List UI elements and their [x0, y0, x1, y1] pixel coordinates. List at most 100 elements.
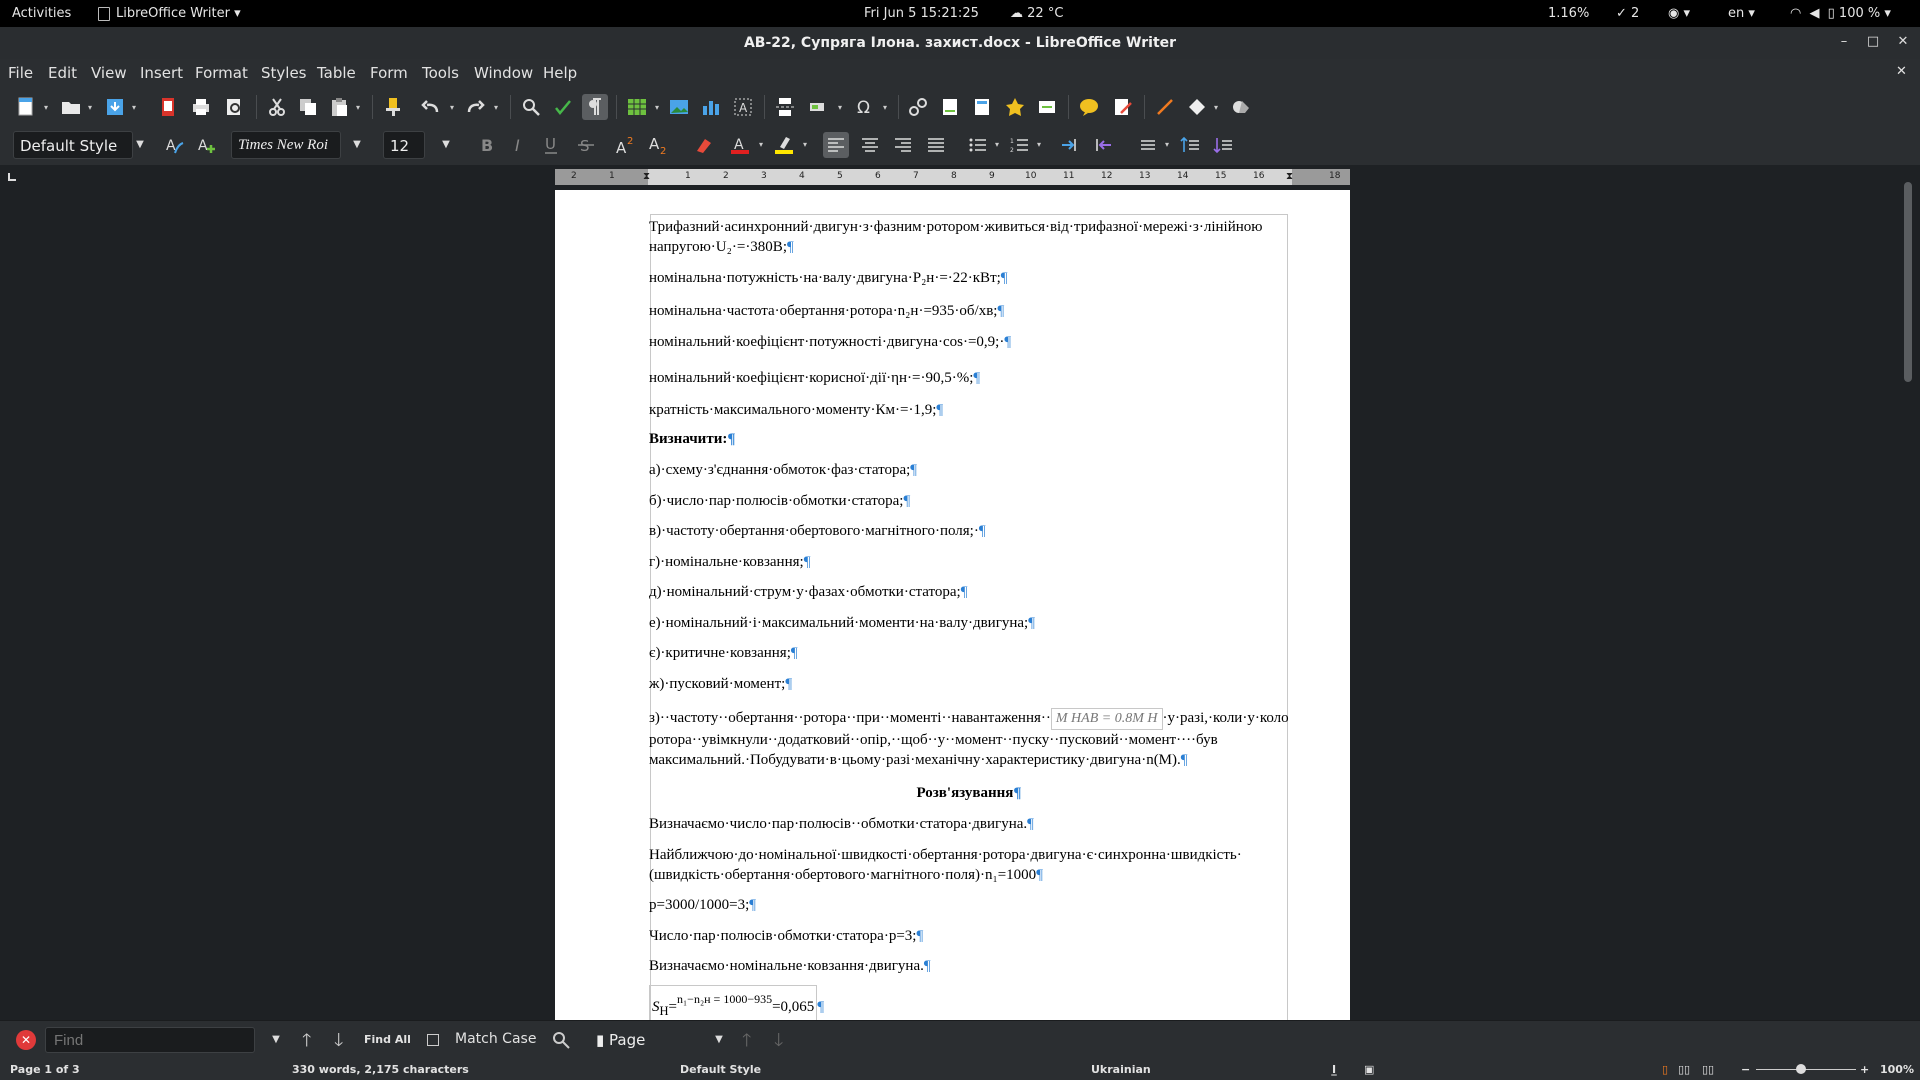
list-item[interactable]: є)·критичне·ковзання;¶: [649, 643, 1289, 663]
clear-formatting-icon[interactable]: [690, 132, 716, 158]
text-language[interactable]: Ukrainian: [1091, 1063, 1151, 1076]
app-menu[interactable]: LibreOffice Writer ▾: [98, 6, 241, 21]
print-icon[interactable]: [188, 94, 214, 120]
draw-line-icon[interactable]: [1152, 94, 1178, 120]
updates-indicator[interactable]: ✓ 2: [1616, 6, 1639, 21]
find-next-icon[interactable]: 🡓: [334, 1028, 343, 1058]
highlighting-color-icon[interactable]: [771, 132, 797, 158]
list-item[interactable]: е)·номінальний·і·максимальний·моменти·на…: [649, 613, 1289, 633]
paragraph[interactable]: Визначаємо·номінальне·ковзання·двигуна.¶: [649, 956, 1289, 976]
numbered-list-icon[interactable]: 12: [1007, 132, 1033, 158]
superscript-icon[interactable]: A2: [612, 132, 638, 158]
track-changes-icon[interactable]: [1110, 94, 1136, 120]
page-count[interactable]: Page 1 of 3: [10, 1063, 80, 1076]
align-left-icon[interactable]: [823, 132, 849, 158]
chevron-down-icon[interactable]: ▾: [655, 104, 663, 112]
page-header-icon[interactable]: [969, 94, 995, 120]
formatting-marks-icon[interactable]: [582, 94, 608, 120]
signature-icon[interactable]: ▣: [1364, 1063, 1374, 1076]
chevron-down-icon[interactable]: ▼: [345, 131, 369, 159]
bullet-list-icon[interactable]: [965, 132, 991, 158]
chevron-down-icon[interactable]: ▾: [132, 104, 140, 112]
system-status-menu[interactable]: ◠ ◀ ▯ 100 % ▾: [1790, 6, 1891, 21]
basic-shapes-icon[interactable]: [1184, 94, 1210, 120]
chevron-down-icon[interactable]: ▼: [434, 131, 458, 159]
chevron-down-icon[interactable]: ▾: [44, 104, 52, 112]
chevron-down-icon[interactable]: ▾: [883, 104, 891, 112]
insert-chart-icon[interactable]: [698, 94, 724, 120]
zoom-in-icon[interactable]: +: [1860, 1063, 1869, 1076]
chevron-down-icon[interactable]: ▼: [707, 1026, 731, 1054]
draw-functions-icon[interactable]: [1228, 94, 1254, 120]
chevron-down-icon[interactable]: ▾: [1165, 141, 1173, 149]
decrease-indent-icon[interactable]: [1090, 132, 1116, 158]
accessibility-menu[interactable]: ◉ ▾: [1668, 6, 1690, 21]
justify-icon[interactable]: [923, 132, 949, 158]
paragraph[interactable]: номінальна·потужність·на·валу·двигуна·Р₂…: [649, 268, 1289, 288]
single-page-view-icon[interactable]: ▯: [1662, 1063, 1668, 1076]
paragraph[interactable]: Число·пар·полюсів·обмотки·статора·р=3;¶: [649, 926, 1289, 946]
insert-comment-icon[interactable]: [1076, 94, 1102, 120]
paragraph[interactable]: номінальний·коефіцієнт·потужності·двигун…: [649, 332, 1289, 352]
document-work-area[interactable]: 2 1 ⧗ 1 2 3 4 5 6 7 8 9 10 11 12 13 14 1…: [0, 165, 1920, 1020]
paragraph[interactable]: Визначаємо·число·пар·полюсів··обмотки·ст…: [649, 814, 1289, 834]
zoom-level[interactable]: 100%: [1880, 1063, 1914, 1076]
special-character-icon[interactable]: Ω: [852, 94, 878, 120]
list-item[interactable]: в)·частоту·обертання·обертового·магнітно…: [649, 521, 1289, 541]
minimize-icon[interactable]: –: [1836, 34, 1852, 50]
new-document-icon[interactable]: [13, 94, 39, 120]
insert-image-icon[interactable]: [666, 94, 692, 120]
paragraph[interactable]: номінальний·коефіцієнт·корисної·дії·ηн·=…: [649, 368, 1289, 388]
font-name-combo[interactable]: Times New Roi: [231, 131, 341, 159]
font-size-combo[interactable]: 12: [383, 131, 425, 159]
chevron-down-icon[interactable]: ▾: [759, 141, 767, 149]
find-previous-icon[interactable]: 🡑: [302, 1028, 311, 1058]
paragraph[interactable]: Трифазний·асинхронний·двигун·з·фазним·ро…: [649, 217, 1289, 257]
list-item[interactable]: г)·номінальне·ковзання;¶: [649, 552, 1289, 572]
strikethrough-icon[interactable]: S: [573, 132, 599, 158]
chevron-down-icon[interactable]: ▼: [128, 131, 152, 159]
list-item[interactable]: а)·схему·з'єднання·обмоток·фаз·статора;¶: [649, 460, 1289, 480]
paragraph-spacing-down-icon[interactable]: [1210, 132, 1236, 158]
bookmark-star-icon[interactable]: [1002, 94, 1028, 120]
clock[interactable]: Fri Jun 5 15:21:25: [864, 6, 979, 21]
zoom-out-icon[interactable]: −: [1741, 1063, 1750, 1076]
paste-icon[interactable]: [326, 94, 352, 120]
paragraph-heading[interactable]: Визначити:¶: [649, 429, 1289, 449]
clone-formatting-icon[interactable]: [380, 94, 406, 120]
underline-icon[interactable]: U: [538, 132, 564, 158]
vertical-scrollbar[interactable]: [1904, 182, 1912, 382]
chevron-down-icon[interactable]: ▾: [88, 104, 96, 112]
chevron-down-icon[interactable]: ▾: [995, 141, 1003, 149]
list-item[interactable]: ж)·пусковий·момент;¶: [649, 674, 1289, 694]
page-style[interactable]: Default Style: [680, 1063, 761, 1076]
close-find-bar-icon[interactable]: ✕: [16, 1030, 36, 1050]
menu-edit[interactable]: Edit: [48, 64, 77, 82]
list-item[interactable]: б)·число·пар·полюсів·обмотки·статора;¶: [649, 491, 1289, 511]
language-indicator[interactable]: en ▾: [1728, 6, 1755, 21]
paragraph[interactable]: р=3000/1000=3;¶: [649, 895, 1289, 915]
maximize-icon[interactable]: □: [1865, 34, 1881, 50]
find-replace-dialog-icon[interactable]: [551, 1030, 573, 1050]
increase-indent-icon[interactable]: [1057, 132, 1083, 158]
undo-icon[interactable]: [418, 94, 444, 120]
book-view-icon[interactable]: ▯▯: [1702, 1063, 1714, 1076]
match-case-checkbox[interactable]: [427, 1034, 439, 1046]
menu-insert[interactable]: Insert: [140, 64, 183, 82]
paragraph-spacing-up-icon[interactable]: [1177, 132, 1203, 158]
redo-icon[interactable]: [462, 94, 488, 120]
menu-format[interactable]: Format: [195, 64, 248, 82]
insert-field-icon[interactable]: [806, 94, 832, 120]
open-folder-icon[interactable]: [58, 94, 84, 120]
line-spacing-icon[interactable]: [1134, 132, 1160, 158]
font-color-icon[interactable]: A: [727, 132, 753, 158]
match-case-label[interactable]: Match Case: [455, 1031, 536, 1047]
menu-tools[interactable]: Tools: [422, 64, 459, 82]
multi-page-view-icon[interactable]: ▯▯: [1678, 1063, 1690, 1076]
menu-file[interactable]: File: [8, 64, 33, 82]
hyperlink-icon[interactable]: [905, 94, 931, 120]
zoom-slider-handle[interactable]: [1796, 1064, 1806, 1074]
list-item[interactable]: д)·номінальний·струм·у·фазах·обмотки·ста…: [649, 582, 1289, 602]
spelling-icon[interactable]: [550, 94, 576, 120]
list-item[interactable]: з)··частоту··обертання··ротора··при··мом…: [649, 708, 1289, 770]
